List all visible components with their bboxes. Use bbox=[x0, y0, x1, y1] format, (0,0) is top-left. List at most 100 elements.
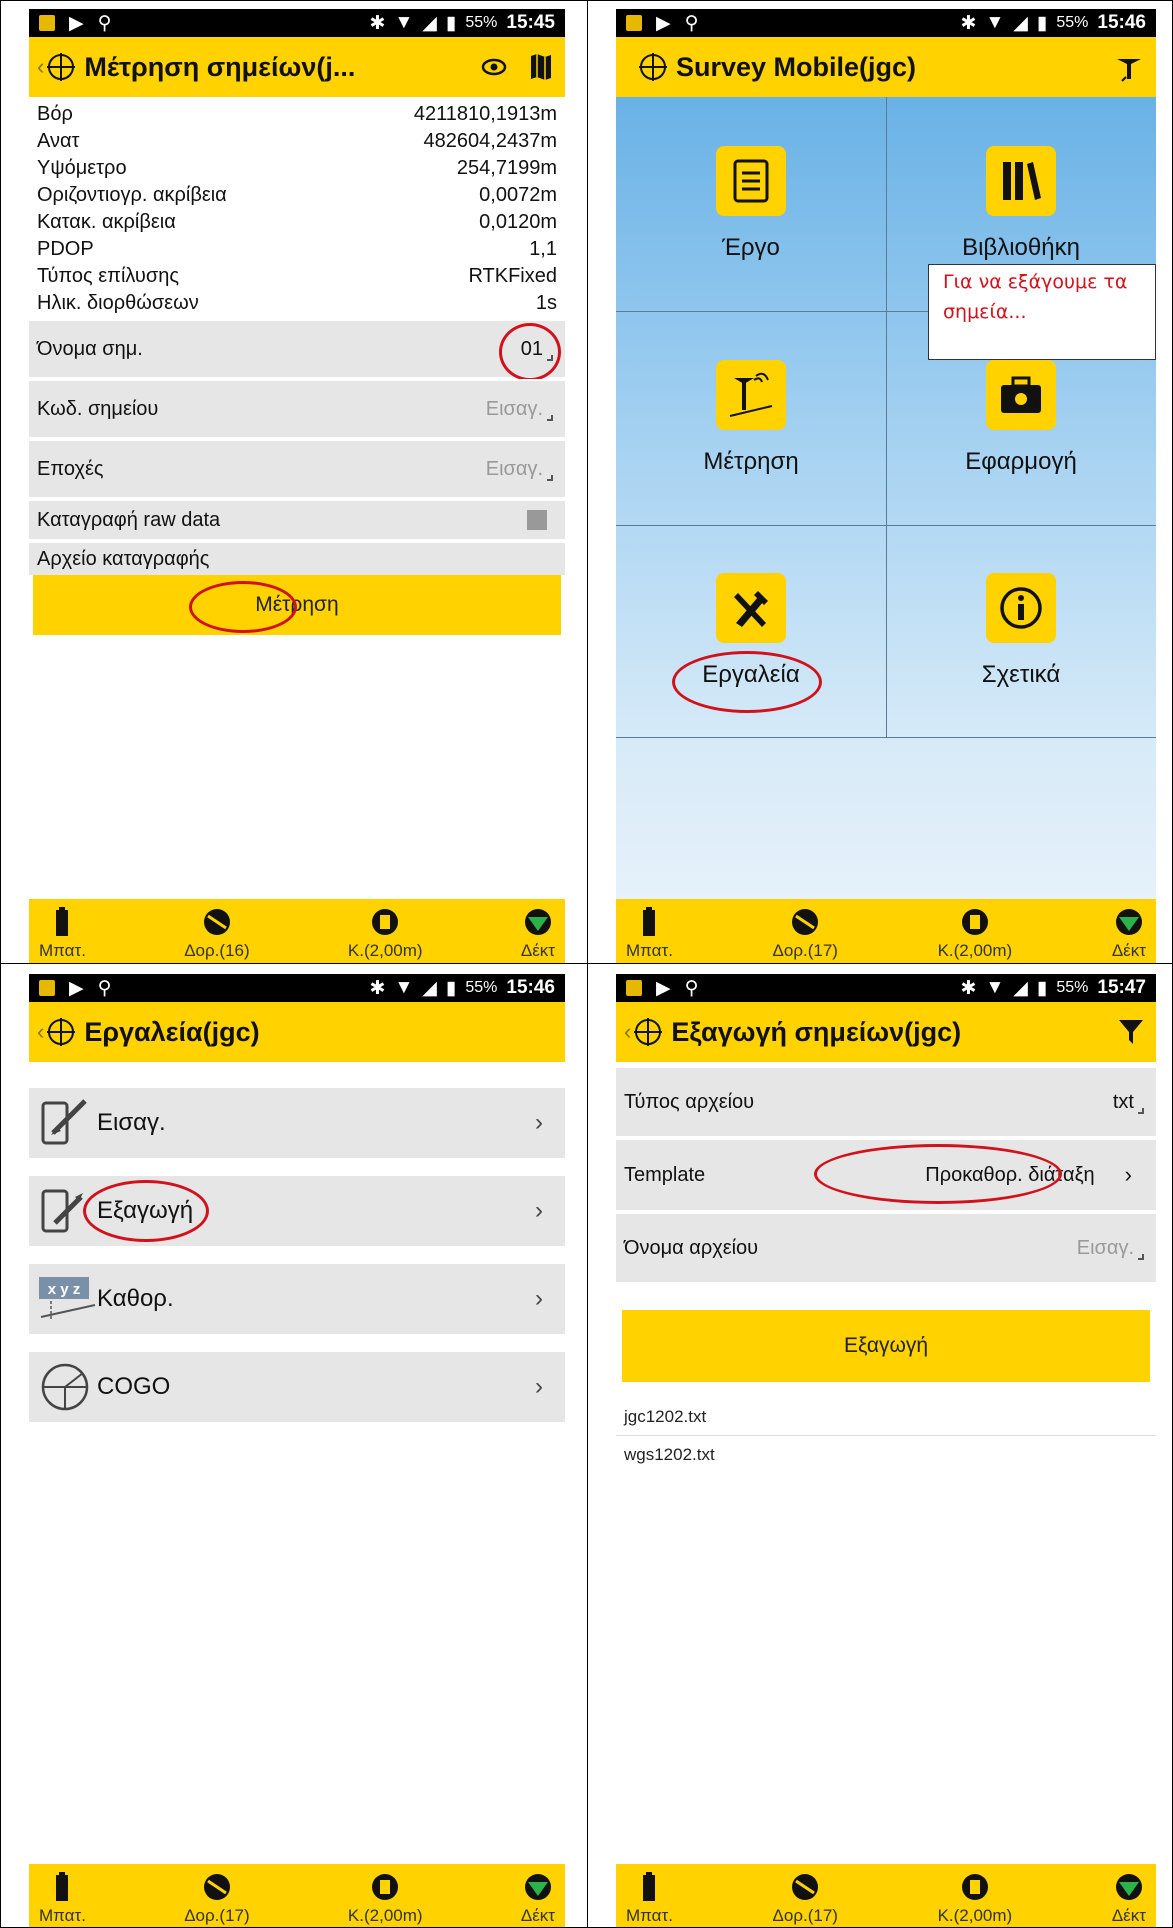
epochs-field[interactable]: Εποχές Εισαγ. bbox=[29, 439, 565, 497]
list-item[interactable]: jgc1202.txt bbox=[616, 1398, 1156, 1436]
wifi-icon: ▼ bbox=[985, 977, 1005, 998]
corner-icon bbox=[547, 474, 553, 481]
battery-percent: 55% bbox=[465, 979, 498, 996]
tools-item-import[interactable]: Εισαγ. › bbox=[29, 1088, 565, 1158]
location-icon: ⚲ bbox=[684, 977, 699, 999]
play-icon: ▶ bbox=[69, 12, 84, 34]
back-icon[interactable]: ‹ bbox=[37, 1019, 44, 1045]
highlight-ring bbox=[83, 1180, 209, 1242]
tools-icon bbox=[716, 573, 786, 643]
raw-data-checkbox[interactable] bbox=[527, 510, 547, 530]
rod-height-status[interactable]: K.(2,00m) bbox=[938, 1864, 1012, 1927]
screen-export-points: ▶ ⚲ ✱ ▼ ◢ ▮ 55% 15:47 ‹ Εξαγωγή σημείων(… bbox=[616, 974, 1156, 1927]
battery-icon bbox=[643, 1872, 656, 1901]
point-name-field[interactable]: Όνομα σημ. 01 bbox=[29, 319, 565, 377]
signal-icon: ◢ bbox=[1013, 12, 1028, 34]
file-name-field[interactable]: Όνομα αρχείου Εισαγ. bbox=[616, 1212, 1156, 1282]
readout-row: Ανατ 482604,2437m bbox=[37, 130, 557, 152]
battery-status[interactable]: Μπατ. bbox=[626, 1864, 673, 1927]
battery-status[interactable]: Μπατ. bbox=[39, 899, 86, 963]
status-bar: ▶ ⚲ ✱ ▼ ◢ ▮ 55% 15:47 bbox=[616, 974, 1156, 1002]
crosshair-logo-icon bbox=[639, 53, 667, 81]
receiver-icon bbox=[524, 1874, 551, 1900]
battery-icon: ▮ bbox=[1036, 977, 1048, 999]
chevron-right-icon: › bbox=[1124, 1162, 1132, 1187]
rod-height-status[interactable]: K.(2,00m) bbox=[938, 899, 1012, 963]
battery-status[interactable]: Μπατ. bbox=[626, 899, 673, 963]
notification-icon bbox=[626, 15, 642, 31]
app-bar: ‹ Εξαγωγή σημείων(jgc) bbox=[616, 1002, 1156, 1062]
satellites-status[interactable]: Δορ.(17) bbox=[773, 1864, 838, 1927]
rod-icon bbox=[372, 909, 399, 935]
rod-height-status[interactable]: K.(2,00m) bbox=[348, 1864, 423, 1927]
satellites-status[interactable]: Δορ.(17) bbox=[184, 1864, 250, 1927]
tools-item-cogo[interactable]: COGO › bbox=[29, 1352, 565, 1422]
tile-about[interactable]: Σχετικά bbox=[886, 525, 1156, 737]
page-title: Survey Mobile(jgc) bbox=[676, 51, 917, 82]
satellites-status[interactable]: Δορ.(16) bbox=[184, 899, 250, 963]
receiver-icon bbox=[1115, 1874, 1142, 1900]
corner-icon bbox=[1138, 1107, 1144, 1114]
rod-height-status[interactable]: K.(2,00m) bbox=[348, 899, 423, 963]
cogo-icon bbox=[41, 1363, 89, 1411]
page-title: Μέτρηση σημείων(j... bbox=[84, 51, 356, 82]
battery-icon bbox=[56, 1872, 69, 1901]
play-icon: ▶ bbox=[656, 977, 671, 999]
tile-measure[interactable]: Μέτρηση bbox=[616, 311, 886, 525]
raw-data-field[interactable]: Καταγραφή raw data bbox=[29, 499, 565, 539]
tools-item-define[interactable]: x y z Καθορ. › bbox=[29, 1264, 565, 1334]
tile-project[interactable]: Έργο bbox=[616, 97, 886, 311]
file-type-field[interactable]: Τύπος αρχείου txt bbox=[616, 1066, 1156, 1136]
receiver-icon bbox=[524, 909, 551, 935]
receiver-status[interactable]: Δέκτ bbox=[521, 1864, 555, 1927]
crosshair-logo-icon bbox=[47, 53, 76, 81]
battery-status[interactable]: Μπατ. bbox=[39, 1864, 86, 1927]
notification-icon bbox=[626, 980, 642, 996]
back-icon[interactable]: ‹ bbox=[624, 1019, 631, 1045]
gnss-antenna-icon[interactable] bbox=[1114, 51, 1144, 83]
position-readout: Βόρ 4211810,1913m Ανατ 482604,2437m Υψόμετ… bbox=[29, 101, 565, 317]
point-code-field[interactable]: Κωδ. σημείου Εισαγ. bbox=[29, 379, 565, 437]
battery-percent: 55% bbox=[465, 14, 498, 31]
epochs-input[interactable]: Εισαγ. bbox=[486, 458, 553, 481]
measure-button[interactable]: Μέτρηση bbox=[33, 575, 561, 635]
screen-main-menu: ▶ ⚲ ✱ ▼ ◢ ▮ 55% 15:46 Survey Mobile(jgc) bbox=[616, 9, 1156, 963]
chevron-right-icon: › bbox=[535, 1373, 543, 1400]
frame-bottom-right: ▶ ⚲ ✱ ▼ ◢ ▮ 55% 15:47 ‹ Εξαγωγή σημείων(… bbox=[587, 963, 1173, 1928]
receiver-status[interactable]: Δέκτ bbox=[521, 899, 555, 963]
wifi-icon: ▼ bbox=[394, 12, 414, 33]
file-name-input[interactable]: Εισαγ. bbox=[1077, 1237, 1144, 1260]
eye-icon[interactable] bbox=[481, 57, 507, 77]
highlight-ring bbox=[189, 581, 297, 633]
highlight-ring bbox=[814, 1144, 1062, 1204]
satellite-icon bbox=[792, 1874, 819, 1900]
bottom-status-bar: Μπατ. Δορ.(17) K.(2,00m) Δέκτ bbox=[616, 899, 1156, 963]
export-button[interactable]: Εξαγωγή bbox=[622, 1310, 1150, 1382]
point-code-input[interactable]: Εισαγ. bbox=[486, 398, 553, 421]
xyz-icon: x y z bbox=[39, 1277, 96, 1319]
exported-files-list: jgc1202.txt wgs1202.txt bbox=[616, 1398, 1156, 1474]
notification-icon bbox=[39, 15, 55, 31]
app-bar: ‹ Εργαλεία(jgc) bbox=[29, 1002, 565, 1062]
clock: 15:46 bbox=[1097, 12, 1146, 33]
file-type-select[interactable]: txt bbox=[1113, 1091, 1144, 1114]
log-file-field[interactable]: Αρχείο καταγραφής bbox=[29, 541, 565, 575]
signal-icon: ◢ bbox=[422, 977, 437, 999]
satellites-status[interactable]: Δορ.(17) bbox=[773, 899, 838, 963]
wifi-icon: ▼ bbox=[985, 12, 1005, 33]
list-item[interactable]: wgs1202.txt bbox=[616, 1436, 1156, 1474]
receiver-status[interactable]: Δέκτ bbox=[1112, 1864, 1146, 1927]
clock: 15:46 bbox=[506, 977, 555, 998]
battery-icon bbox=[643, 907, 656, 936]
signal-icon: ◢ bbox=[1013, 977, 1028, 999]
svg-text:x y z: x y z bbox=[48, 1281, 81, 1298]
filter-icon[interactable] bbox=[1118, 1018, 1144, 1046]
chevron-right-icon: › bbox=[535, 1197, 543, 1224]
map-icon[interactable] bbox=[529, 53, 553, 81]
battery-icon: ▮ bbox=[1036, 12, 1048, 34]
receiver-status[interactable]: Δέκτ bbox=[1112, 899, 1146, 963]
location-icon: ⚲ bbox=[97, 977, 112, 999]
rod-icon bbox=[372, 1874, 399, 1900]
document-icon bbox=[716, 146, 786, 216]
back-icon[interactable]: ‹ bbox=[37, 54, 44, 80]
